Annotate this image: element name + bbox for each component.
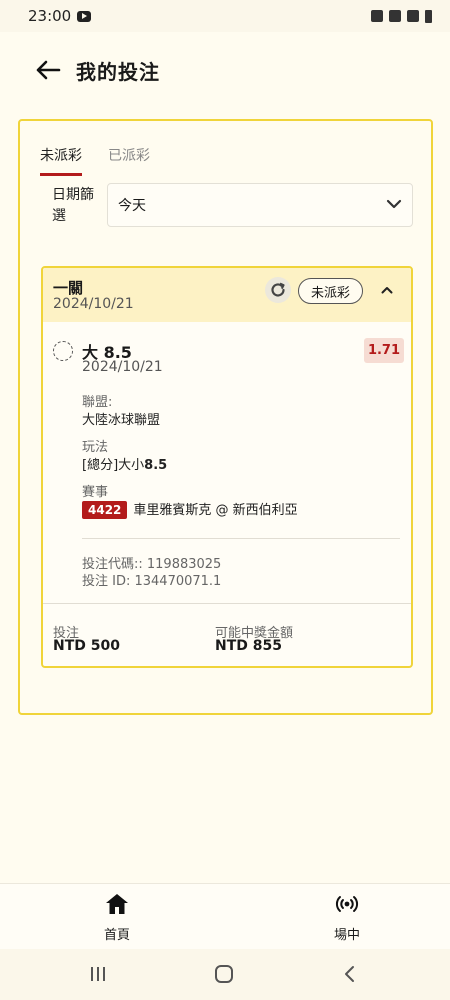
alarm-icon <box>371 10 383 22</box>
market-prefix: [總分]大小 <box>82 458 145 473</box>
system-back-icon[interactable] <box>339 963 361 985</box>
live-signal-icon <box>335 892 359 920</box>
bet-card: 一關 2024/10/21 未派彩 大 8.5 2024/10/21 1.71 … <box>41 266 413 668</box>
youtube-notification-icon <box>77 10 92 22</box>
divider <box>82 538 400 539</box>
stake-value: NTD 500 <box>53 638 120 654</box>
bottom-nav: 首頁 場中 <box>0 883 450 949</box>
status-bar: 23:00 <box>0 0 450 32</box>
date-filter-label: 日期篩選 <box>52 187 94 224</box>
bet-id: 投注 ID: 134470071.1 <box>82 574 222 589</box>
market-value: [總分]大小8.5 <box>82 454 167 473</box>
wifi-icon <box>389 10 401 22</box>
market-label: 玩法 <box>82 440 109 455</box>
tab-settled[interactable]: 已派彩 <box>108 145 150 176</box>
recent-apps-icon[interactable] <box>87 963 109 985</box>
page-title: 我的投注 <box>76 59 160 84</box>
home-button-icon[interactable] <box>213 963 235 985</box>
odds-badge: 1.71 <box>364 338 404 363</box>
event-label: 賽事 <box>82 485 109 500</box>
league-value: 大陸冰球聯盟 <box>82 413 161 428</box>
divider <box>43 603 411 604</box>
signal-icon <box>407 10 419 22</box>
league-label: 聯盟: <box>82 395 113 410</box>
nav-live[interactable]: 場中 <box>317 892 377 943</box>
bet-tabs: 未派彩 已派彩 <box>40 145 150 176</box>
chevron-up-icon[interactable] <box>377 280 397 300</box>
status-time: 23:00 <box>28 7 72 25</box>
nav-live-label: 場中 <box>333 928 360 943</box>
nav-home[interactable]: 首頁 <box>87 892 147 943</box>
bet-card-header: 一關 2024/10/21 未派彩 <box>43 268 411 322</box>
bet-type: 一關 <box>53 279 84 297</box>
back-arrow-icon[interactable] <box>32 54 64 86</box>
date-filter-value: 今天 <box>118 198 146 214</box>
event-name: 車里雅賓斯克 @ 新西伯利亞 <box>133 503 298 518</box>
selection-date: 2024/10/21 <box>82 359 163 375</box>
tab-unsettled[interactable]: 未派彩 <box>40 145 82 176</box>
nav-home-label: 首頁 <box>103 928 130 943</box>
payout-value: NTD 855 <box>215 638 282 654</box>
event-id-badge: 4422 <box>82 501 128 519</box>
app-bar: 我的投注 <box>0 32 450 108</box>
market-line: 8.5 <box>144 458 168 473</box>
bet-date: 2024/10/21 <box>53 296 134 312</box>
selection-radio[interactable] <box>53 341 73 361</box>
event-value: 4422 車里雅賓斯克 @ 新西伯利亞 <box>82 499 298 519</box>
date-filter-select[interactable]: 今天 <box>107 183 413 227</box>
bets-panel: 未派彩 已派彩 日期篩選 今天 一關 2024/10/21 未派彩 大 8.5 … <box>18 119 433 715</box>
battery-icon <box>425 9 432 23</box>
system-nav-bar <box>0 949 450 1000</box>
bet-status-badge: 未派彩 <box>298 278 364 304</box>
home-icon <box>104 892 130 920</box>
refresh-icon[interactable] <box>265 277 291 303</box>
chevron-down-icon <box>386 197 402 213</box>
